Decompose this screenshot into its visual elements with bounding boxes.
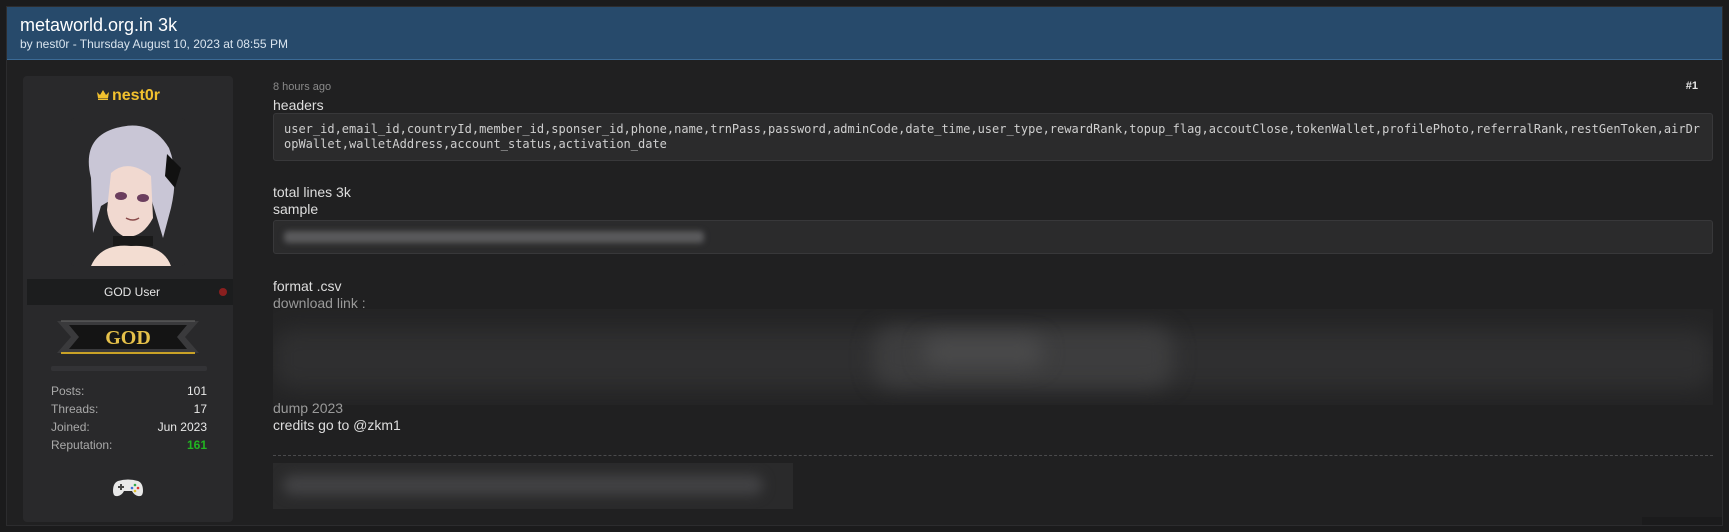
sample-link-code-block[interactable] xyxy=(273,220,1713,254)
avatar[interactable] xyxy=(71,118,185,266)
sample-label: sample xyxy=(273,201,319,217)
post-number-link[interactable]: #1 xyxy=(1686,80,1698,92)
god-badge-text: GOD xyxy=(105,327,151,349)
stat-label: Posts: xyxy=(51,384,85,398)
god-rank-badge: GOD xyxy=(57,320,199,354)
hidden-content-blurred[interactable] xyxy=(273,309,1713,405)
headers-code-block[interactable]: user_id,email_id,countryId,member_id,spo… xyxy=(273,113,1713,161)
gamepad-icon xyxy=(113,479,143,497)
username-row[interactable]: nest0r xyxy=(23,87,233,105)
stat-value: Jun 2023 xyxy=(157,420,207,434)
username[interactable]: nest0r xyxy=(112,87,160,104)
reputation-value[interactable]: 161 xyxy=(187,436,207,454)
user-card: nest0r GOD User GOD Posts: 101 Threads: … xyxy=(23,76,233,522)
stat-row-posts: Posts: 101 xyxy=(51,382,207,400)
stat-label: Threads: xyxy=(51,402,99,416)
rank-title: GOD User xyxy=(103,285,160,299)
stat-label: Joined: xyxy=(51,420,90,434)
format-text: format .csv xyxy=(273,278,342,294)
thread-title: metaworld.org.in 3k xyxy=(20,15,178,35)
stat-value: 17 xyxy=(193,402,207,416)
thread-frame: metaworld.org.in 3k by nest0r - Thursday… xyxy=(6,6,1723,526)
credits-text: credits go to @zkm1 xyxy=(273,417,401,433)
divider-bar xyxy=(51,366,207,371)
offline-status-dot xyxy=(219,288,227,296)
stat-label: Reputation: xyxy=(51,438,113,452)
stat-value: 101 xyxy=(186,384,207,398)
stat-row-reputation: Reputation: 161 xyxy=(51,436,207,454)
signature-blurred xyxy=(273,463,793,509)
stat-row-joined: Joined: Jun 2023 xyxy=(51,418,207,436)
total-lines-text: total lines 3k xyxy=(273,184,351,200)
stat-row-threads: Threads: 17 xyxy=(51,400,207,418)
dump-year-text: dump 2023 xyxy=(273,400,344,416)
post-time[interactable]: 8 hours ago xyxy=(273,81,331,93)
rank-bar: GOD User xyxy=(27,279,233,305)
headers-label: headers xyxy=(273,97,324,113)
thread-meta: by nest0r - Thursday August 10, 2023 at … xyxy=(20,37,288,51)
signature-divider xyxy=(273,455,1713,456)
corner-block xyxy=(1642,517,1722,525)
thread-header: metaworld.org.in 3k by nest0r - Thursday… xyxy=(7,7,1722,60)
user-stats: Posts: 101 Threads: 17 Joined: Jun 2023 … xyxy=(51,382,207,454)
blurred-sample-link xyxy=(284,231,704,243)
crown-icon xyxy=(96,87,110,104)
